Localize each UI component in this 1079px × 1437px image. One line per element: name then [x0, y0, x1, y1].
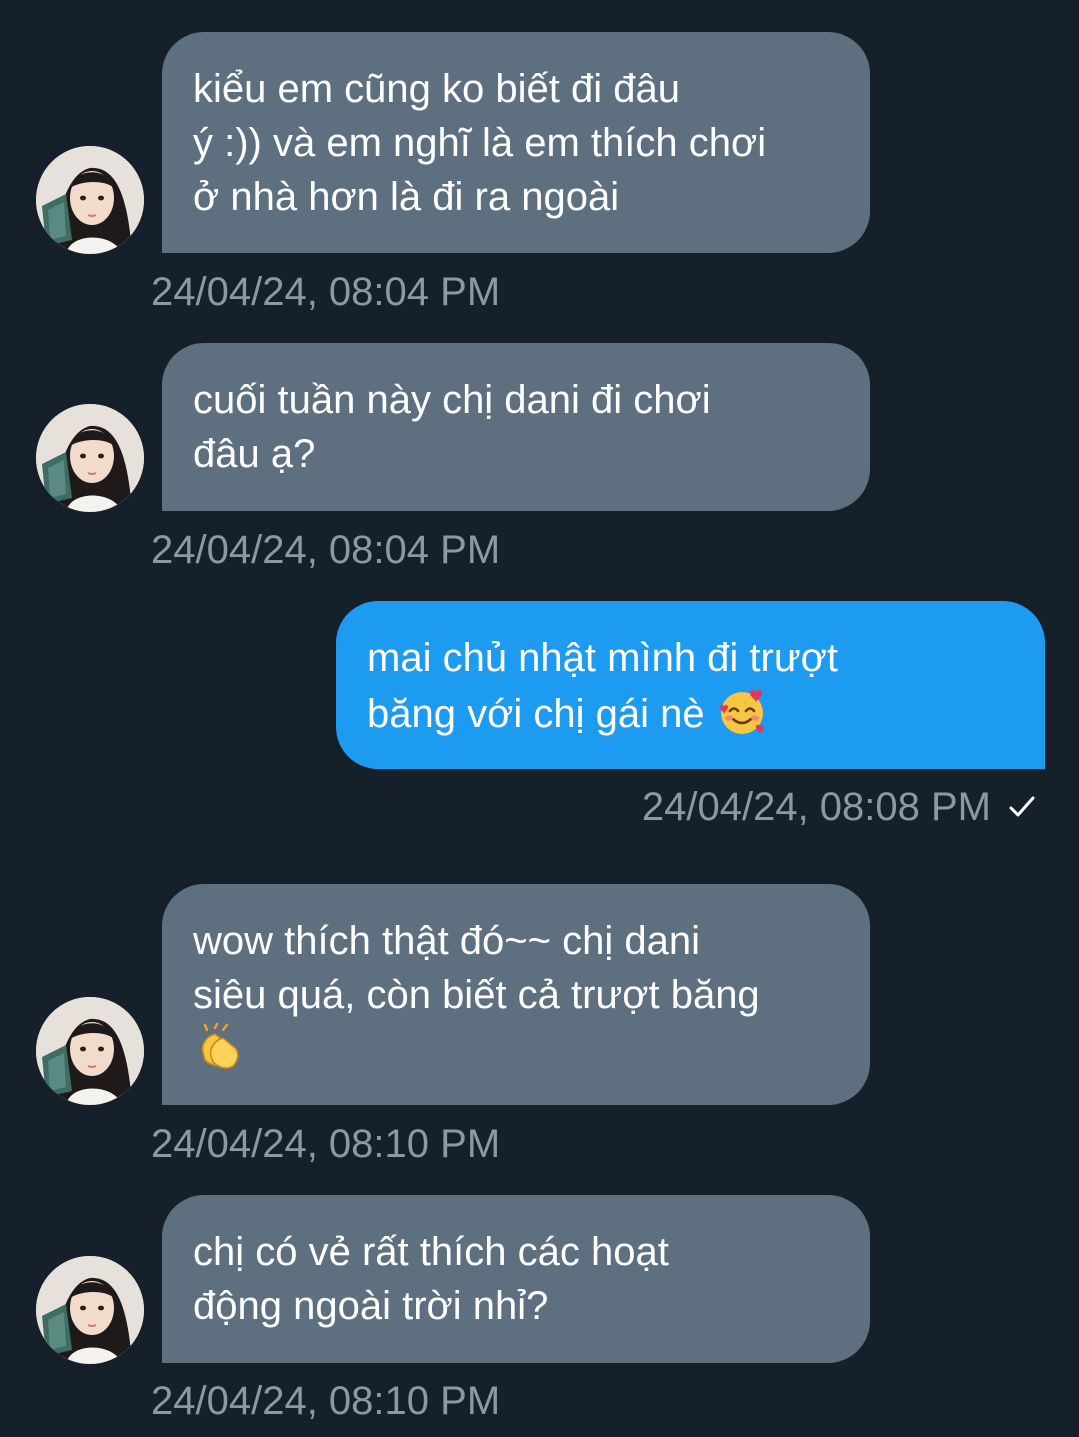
- message-text-line: đâu ạ?: [193, 432, 316, 476]
- message-bubble-incoming[interactable]: cuối tuần này chị dani đi chơi đâu ạ?: [162, 343, 870, 511]
- message-bubble-incoming[interactable]: wow thích thật đó~~ chị dani siêu quá, c…: [162, 884, 870, 1105]
- message-text-line: chị có vẻ rất thích các hoạt: [193, 1230, 669, 1274]
- smiling-face-with-hearts-icon: [716, 685, 768, 737]
- message-timestamp: 24/04/24, 08:10 PM: [151, 1122, 501, 1166]
- message-text-line: wow thích thật đó~~ chị dani: [193, 919, 700, 963]
- message-timestamp: 24/04/24, 08:08 PM: [641, 785, 991, 829]
- clapping-hands-icon: [193, 1022, 245, 1074]
- message-bubble-incoming[interactable]: chị có vẻ rất thích các hoạt động ngoài …: [162, 1195, 870, 1363]
- message-text-line: băng với chị gái nè: [367, 692, 705, 736]
- message-text-line: ý :)) và em nghĩ là em thích chơi: [193, 121, 767, 165]
- message-timestamp: 24/04/24, 08:10 PM: [151, 1379, 501, 1423]
- message-text-line: siêu quá, còn biết cả trượt băng: [193, 973, 760, 1017]
- message-text-line: kiểu em cũng ko biết đi đâu: [193, 67, 680, 111]
- message-text-line: cuối tuần này chị dani đi chơi: [193, 378, 711, 422]
- message-text-line: ở nhà hơn là đi ra ngoài: [193, 175, 620, 219]
- emoji-line: [193, 1022, 840, 1078]
- message-text-line: động ngoài trời nhỉ?: [193, 1284, 549, 1328]
- contact-avatar[interactable]: [36, 404, 144, 512]
- message-bubble-outgoing[interactable]: mai chủ nhật mình đi trượt băng với chị …: [336, 601, 1045, 769]
- contact-avatar[interactable]: [36, 146, 144, 254]
- message-text-line-with-emoji: băng với chị gái nè: [367, 685, 1015, 741]
- message-timestamp: 24/04/24, 08:04 PM: [151, 270, 501, 314]
- message-timestamp: 24/04/24, 08:04 PM: [151, 528, 501, 572]
- contact-avatar[interactable]: [36, 997, 144, 1105]
- message-timestamp-outgoing: 24/04/24, 08:08 PM: [642, 783, 1039, 831]
- message-text-line: mai chủ nhật mình đi trượt: [367, 636, 838, 680]
- message-bubble-incoming[interactable]: kiểu em cũng ko biết đi đâu ý :)) và em …: [162, 32, 870, 253]
- checkmark-icon: [1005, 787, 1039, 821]
- contact-avatar[interactable]: [36, 1256, 144, 1364]
